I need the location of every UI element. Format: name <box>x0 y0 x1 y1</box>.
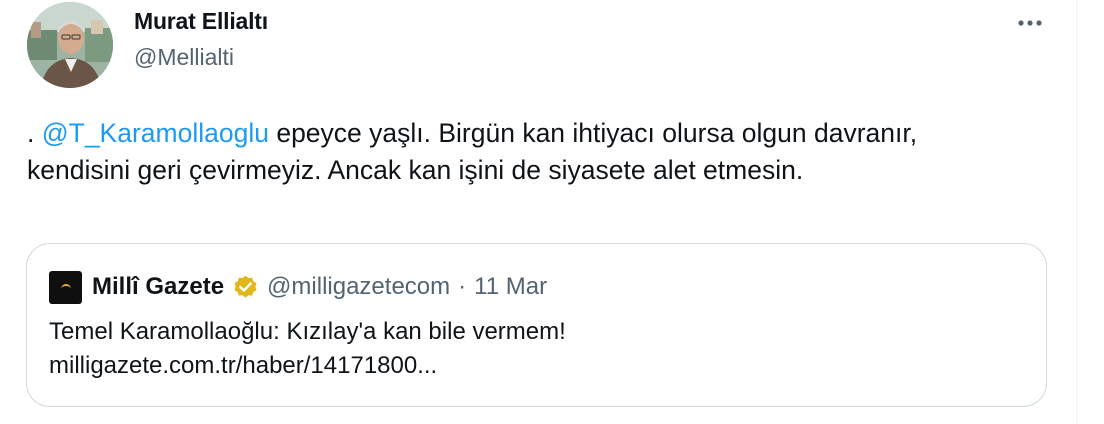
column-divider <box>1076 0 1077 424</box>
quote-separator: · <box>458 273 467 300</box>
quoted-tweet[interactable]: Millî Gazete @milligazetecom · 11 Mar Te… <box>26 243 1047 407</box>
verified-badge-icon[interactable] <box>232 274 259 301</box>
quote-text-line-1: Temel Karamollaoğlu: Kızılay'a kan bile … <box>49 318 566 345</box>
avatar-photo <box>27 2 113 88</box>
mention-link[interactable]: @T_Karamollaoglu <box>42 118 269 148</box>
quote-header: Millî Gazete @milligazetecom · 11 Mar <box>92 271 547 303</box>
newspaper-logo-icon <box>60 283 71 292</box>
tweet-card: Murat Ellialtı @Mellialti . @T_Karamolla… <box>0 0 1104 424</box>
more-options-button[interactable] <box>1010 8 1050 38</box>
quote-text: Temel Karamollaoğlu: Kızılay'a kan bile … <box>49 315 1029 383</box>
quote-author-name[interactable]: Millî Gazete <box>92 273 224 301</box>
author-avatar[interactable] <box>27 2 113 88</box>
quote-timestamp[interactable]: 11 Mar <box>474 273 547 301</box>
tweet-text: . @T_Karamollaoglu epeyce yaşlı. Birgün … <box>27 115 1027 188</box>
tweet-text-prefix: . <box>27 118 42 148</box>
quote-link: milligazete.com.tr/haber/14171800... <box>49 352 438 379</box>
more-horizontal-icon <box>1018 20 1042 26</box>
quote-author-avatar[interactable] <box>49 271 82 304</box>
author-display-name[interactable]: Murat Ellialtı <box>134 8 268 35</box>
author-handle[interactable]: @Mellialti <box>134 44 234 71</box>
quote-author-handle[interactable]: @milligazetecom <box>267 273 450 301</box>
